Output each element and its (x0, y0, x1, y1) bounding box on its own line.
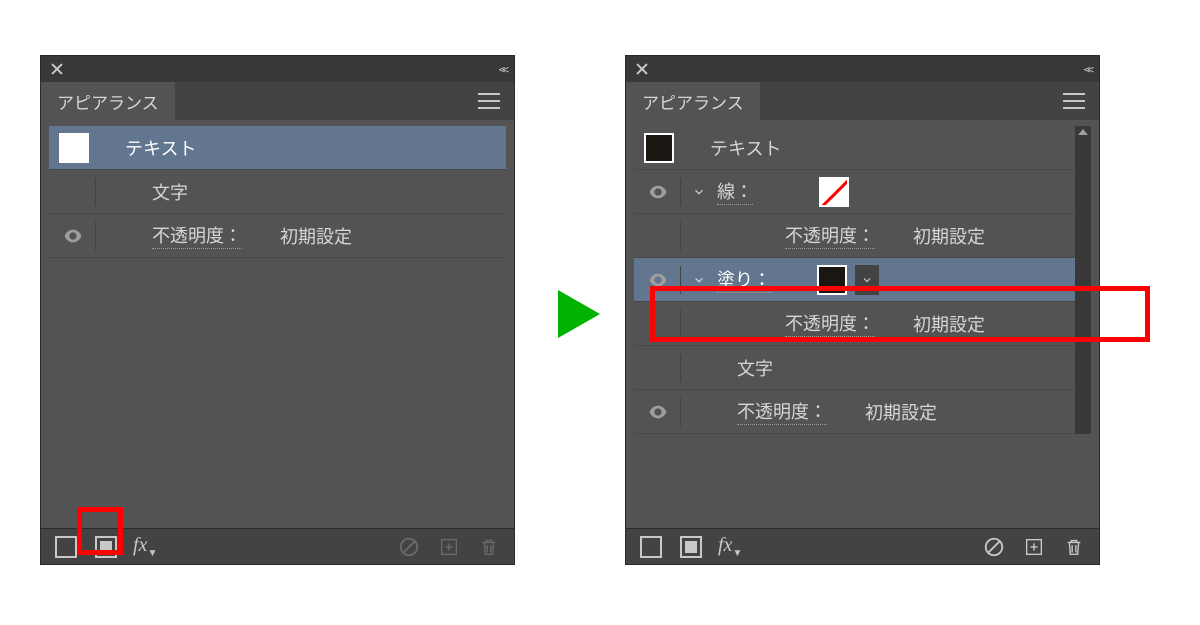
visibility-placeholder (644, 222, 672, 250)
list-item[interactable]: テキスト (49, 126, 506, 170)
item-label: テキスト (125, 135, 196, 161)
item-label: テキスト (710, 135, 781, 161)
opacity-label[interactable]: 不透明度： (785, 222, 875, 249)
tab-appearance[interactable]: アピアランス (626, 82, 760, 120)
tab-bar: アピアランス (41, 82, 514, 120)
expand-icon[interactable] (689, 270, 709, 290)
add-effect-button[interactable]: fx▼ (133, 534, 157, 559)
visibility-placeholder (59, 178, 87, 206)
visibility-toggle-icon[interactable] (644, 178, 672, 206)
close-icon[interactable] (49, 61, 65, 77)
opacity-value[interactable]: 初期設定 (280, 223, 352, 249)
new-stroke-button[interactable] (53, 534, 79, 560)
list-item[interactable]: 不透明度： 初期設定 (634, 390, 1075, 434)
tab-label: アピアランス (642, 89, 744, 114)
collapse-icon[interactable]: << (1084, 61, 1091, 78)
collapse-icon[interactable]: << (499, 61, 506, 78)
opacity-value[interactable]: 初期設定 (913, 223, 985, 249)
color-swatch[interactable] (644, 133, 674, 163)
opacity-label[interactable]: 不透明度： (152, 222, 242, 249)
new-fill-button[interactable] (678, 534, 704, 560)
expand-icon[interactable] (689, 182, 709, 202)
list-item[interactable]: 不透明度： 初期設定 (49, 214, 506, 258)
panel-topstrip: << (626, 56, 1099, 82)
clear-appearance-button (396, 534, 422, 560)
panel-topstrip: << (41, 56, 514, 82)
duplicate-button (436, 534, 462, 560)
fx-label: fx (133, 534, 147, 556)
add-effect-button[interactable]: fx▼ (718, 534, 742, 559)
list-item[interactable]: 不透明度： 初期設定 (634, 214, 1075, 258)
duplicate-button[interactable] (1021, 534, 1047, 560)
new-stroke-button[interactable] (638, 534, 664, 560)
visibility-placeholder (644, 354, 672, 382)
appearance-panel-after: << アピアランス テキスト 線： (625, 55, 1100, 565)
tab-bar: アピアランス (626, 82, 1099, 120)
fill-swatch-dropdown[interactable] (855, 265, 879, 295)
opacity-label[interactable]: 不透明度： (737, 398, 827, 425)
panel-menu-icon[interactable] (1059, 82, 1089, 120)
tab-label: アピアランス (57, 89, 159, 114)
appearance-panel-before: << アピアランス テキスト 文字 不透明度： (40, 55, 515, 565)
opacity-value[interactable]: 初期設定 (913, 311, 985, 337)
tab-appearance[interactable]: アピアランス (41, 82, 175, 120)
list-item[interactable]: 文字 (49, 170, 506, 214)
fill-icon (680, 536, 702, 558)
list-item[interactable]: 線： (634, 170, 1075, 214)
visibility-placeholder (644, 310, 672, 338)
visibility-toggle-icon[interactable] (644, 398, 672, 426)
clear-appearance-button[interactable] (981, 534, 1007, 560)
stroke-label[interactable]: 線： (717, 178, 753, 205)
close-icon[interactable] (634, 61, 650, 77)
color-swatch[interactable] (59, 133, 89, 163)
list-item[interactable]: 文字 (634, 346, 1075, 390)
panel-footer: fx▼ (41, 528, 514, 564)
fx-label: fx (718, 534, 732, 556)
visibility-toggle-icon[interactable] (59, 222, 87, 250)
item-label: 文字 (737, 355, 773, 381)
new-fill-button[interactable] (93, 534, 119, 560)
scroll-up-icon[interactable] (1078, 129, 1088, 135)
scrollbar[interactable] (1075, 126, 1091, 434)
fill-label[interactable]: 塗り： (717, 266, 771, 293)
list-item-fill[interactable]: 塗り： (634, 258, 1075, 302)
arrow-right-icon (558, 290, 600, 338)
delete-button (476, 534, 502, 560)
visibility-toggle-icon[interactable] (644, 266, 672, 294)
appearance-list: テキスト 線： (626, 120, 1099, 440)
panel-menu-icon[interactable] (474, 82, 504, 120)
opacity-value[interactable]: 初期設定 (865, 399, 937, 425)
list-item[interactable]: テキスト (634, 126, 1075, 170)
opacity-label[interactable]: 不透明度： (785, 310, 875, 337)
list-item[interactable]: 不透明度： 初期設定 (634, 302, 1075, 346)
appearance-list: テキスト 文字 不透明度： 初期設定 (41, 120, 514, 264)
fill-icon (95, 536, 117, 558)
delete-button[interactable] (1061, 534, 1087, 560)
stroke-icon (55, 536, 77, 558)
panel-footer: fx▼ (626, 528, 1099, 564)
fill-swatch[interactable] (817, 265, 847, 295)
item-label: 文字 (152, 179, 188, 205)
stroke-swatch-none[interactable] (819, 177, 849, 207)
stroke-icon (640, 536, 662, 558)
